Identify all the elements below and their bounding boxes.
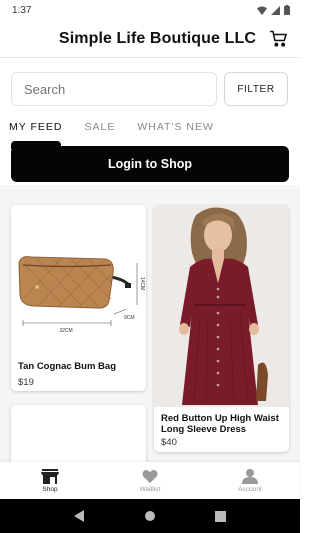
nav-item-shop[interactable]: Shop xyxy=(10,468,90,493)
divider xyxy=(0,186,300,187)
nav-item-waitlist[interactable]: Waitlist xyxy=(110,469,190,493)
product-feed[interactable]: 32CM 9CM 14CM Tan Cognac Bum Bag $19 Red… xyxy=(0,188,300,462)
search-input[interactable] xyxy=(11,72,217,106)
dimension-label-width: 32CM xyxy=(59,328,72,334)
product-price: $19 xyxy=(18,377,34,388)
person-icon xyxy=(242,468,258,484)
product-image-red-dress xyxy=(154,205,289,407)
status-bar: 1:37 xyxy=(0,0,300,20)
system-nav-bar xyxy=(0,499,300,533)
store-title: Simple Life Boutique LLC xyxy=(58,29,256,47)
product-card[interactable]: Red Button Up High Waist Long Sleeve Dre… xyxy=(154,205,289,452)
nav-item-account[interactable]: Account xyxy=(210,468,290,493)
store-icon xyxy=(41,468,59,484)
heart-icon xyxy=(142,469,158,483)
dimension-label-depth: 9CM xyxy=(124,315,135,321)
status-icons xyxy=(257,5,290,15)
back-icon[interactable] xyxy=(74,510,86,522)
product-image-bum-bag: 32CM 9CM 14CM xyxy=(11,205,146,353)
bottom-nav: Shop Waitlist Account xyxy=(0,462,300,499)
nav-label: Waitlist xyxy=(139,485,161,493)
product-card[interactable] xyxy=(11,405,146,462)
product-price: $40 xyxy=(161,437,177,448)
signal-icon xyxy=(271,5,280,15)
cart-icon[interactable] xyxy=(270,30,288,48)
app-header: Simple Life Boutique LLC xyxy=(0,20,300,58)
home-icon[interactable] xyxy=(144,510,156,522)
tab-sale[interactable]: SALE xyxy=(84,121,115,141)
recents-icon[interactable] xyxy=(214,510,226,522)
search-row: FILTER xyxy=(11,72,289,106)
status-time: 1:37 xyxy=(12,4,32,16)
product-name: Tan Cognac Bum Bag xyxy=(18,361,116,372)
dimension-label-height: 14CM xyxy=(139,277,145,290)
battery-icon xyxy=(284,5,290,15)
product-card[interactable]: 32CM 9CM 14CM Tan Cognac Bum Bag $19 xyxy=(11,205,146,391)
filter-button[interactable]: FILTER xyxy=(224,72,288,106)
feed-tabs: MY FEED SALE WHAT'S NEW xyxy=(9,121,214,141)
product-name: Red Button Up High Waist Long Sleeve Dre… xyxy=(161,413,279,435)
wifi-icon xyxy=(257,6,267,15)
tab-whats-new[interactable]: WHAT'S NEW xyxy=(137,121,214,141)
nav-label: Shop xyxy=(42,485,58,493)
tab-my-feed[interactable]: MY FEED xyxy=(9,121,62,141)
nav-label: Account xyxy=(238,485,262,493)
login-to-shop-button[interactable]: Login to Shop xyxy=(11,146,289,182)
